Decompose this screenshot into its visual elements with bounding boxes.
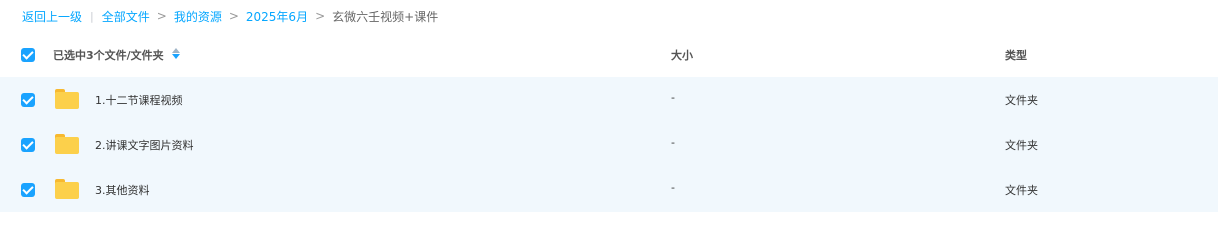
row-checkbox[interactable] [21, 183, 35, 197]
breadcrumb: 返回上一级 | 全部文件 > 我的资源 > 2025年6月 > 玄微六壬视频+课… [22, 7, 438, 25]
file-size: - [671, 181, 675, 194]
file-size: - [671, 91, 675, 104]
header-size[interactable]: 大小 [671, 47, 693, 63]
folder-icon [55, 89, 79, 109]
header-type[interactable]: 类型 [1005, 47, 1027, 63]
folder-icon [55, 134, 79, 154]
file-type: 文件夹 [1005, 184, 1038, 197]
folder-icon [55, 179, 79, 199]
breadcrumb-separator: > [228, 9, 239, 23]
row-checkbox[interactable] [21, 138, 35, 152]
file-name[interactable]: 1.十二节课程视频 [95, 92, 183, 108]
file-list: 1.十二节课程视频 - 文件夹 2.讲课文字图片资料 - 文件夹 3.其他资料 … [0, 77, 1218, 212]
breadcrumb-month[interactable]: 2025年6月 [246, 8, 308, 25]
file-name[interactable]: 3.其他资料 [95, 182, 150, 198]
file-name[interactable]: 2.讲课文字图片资料 [95, 137, 194, 153]
breadcrumb-current: 玄微六壬视频+课件 [332, 9, 439, 24]
sort-icon[interactable] [172, 48, 180, 60]
row-checkbox[interactable] [21, 93, 35, 107]
breadcrumb-separator: > [315, 9, 326, 23]
file-type: 文件夹 [1005, 94, 1038, 107]
breadcrumb-my-resources[interactable]: 我的资源 [174, 8, 222, 25]
file-size: - [671, 136, 675, 149]
file-row[interactable]: 1.十二节课程视频 - 文件夹 [0, 77, 1218, 122]
file-list-header: 已选中3个文件/文件夹 大小 类型 [0, 37, 1218, 73]
file-type: 文件夹 [1005, 139, 1038, 152]
breadcrumb-divider: | [90, 9, 94, 23]
file-row[interactable]: 3.其他资料 - 文件夹 [0, 167, 1218, 212]
header-name-label: 已选中3个文件/文件夹 [53, 49, 164, 62]
file-row[interactable]: 2.讲课文字图片资料 - 文件夹 [0, 122, 1218, 167]
breadcrumb-all-files[interactable]: 全部文件 [102, 8, 150, 25]
breadcrumb-separator: > [156, 9, 167, 23]
select-all-checkbox[interactable] [21, 48, 35, 62]
back-link[interactable]: 返回上一级 [22, 8, 82, 25]
